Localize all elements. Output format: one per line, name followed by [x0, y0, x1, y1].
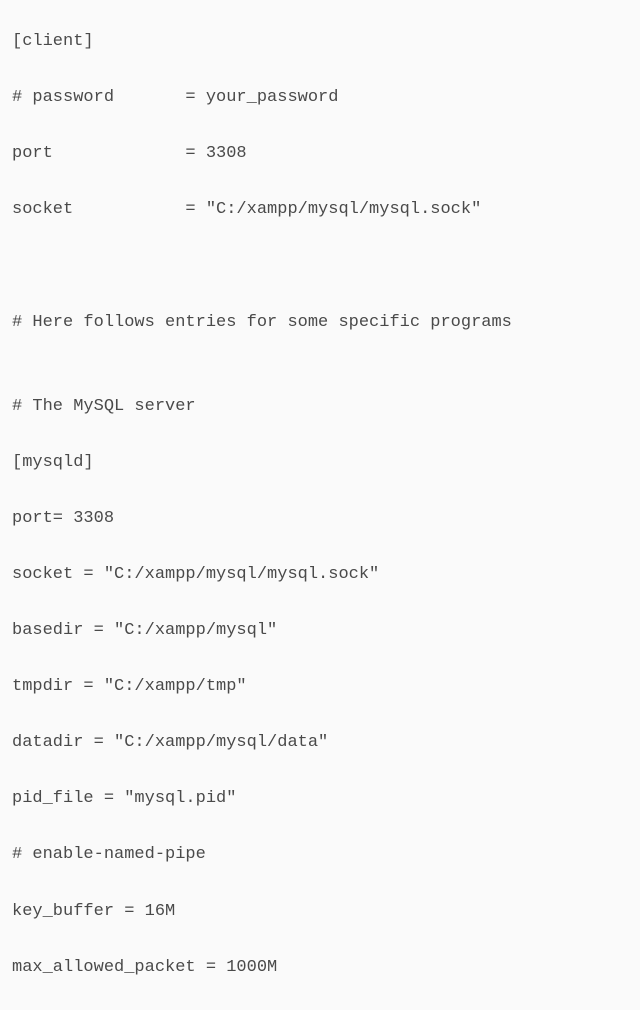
config-line: pid_file = "mysql.pid": [12, 785, 628, 813]
config-line: # enable-named-pipe: [12, 841, 628, 869]
mysql-config-file: [client] # password = your_password port…: [12, 0, 628, 1010]
config-line: key_buffer = 16M: [12, 898, 628, 926]
config-line: # The MySQL server: [12, 393, 628, 421]
config-line: basedir = "C:/xampp/mysql": [12, 617, 628, 645]
config-line: port = 3308: [12, 140, 628, 168]
config-line: datadir = "C:/xampp/mysql/data": [12, 729, 628, 757]
config-line: # password = your_password: [12, 84, 628, 112]
config-line: [client]: [12, 28, 628, 56]
config-line: tmpdir = "C:/xampp/tmp": [12, 673, 628, 701]
config-line: port= 3308: [12, 505, 628, 533]
config-line: [mysqld]: [12, 449, 628, 477]
config-line: socket = "C:/xampp/mysql/mysql.sock": [12, 196, 628, 224]
config-line: max_allowed_packet = 1000M: [12, 954, 628, 982]
config-line: # Here follows entries for some specific…: [12, 309, 628, 337]
config-line: socket = "C:/xampp/mysql/mysql.sock": [12, 561, 628, 589]
